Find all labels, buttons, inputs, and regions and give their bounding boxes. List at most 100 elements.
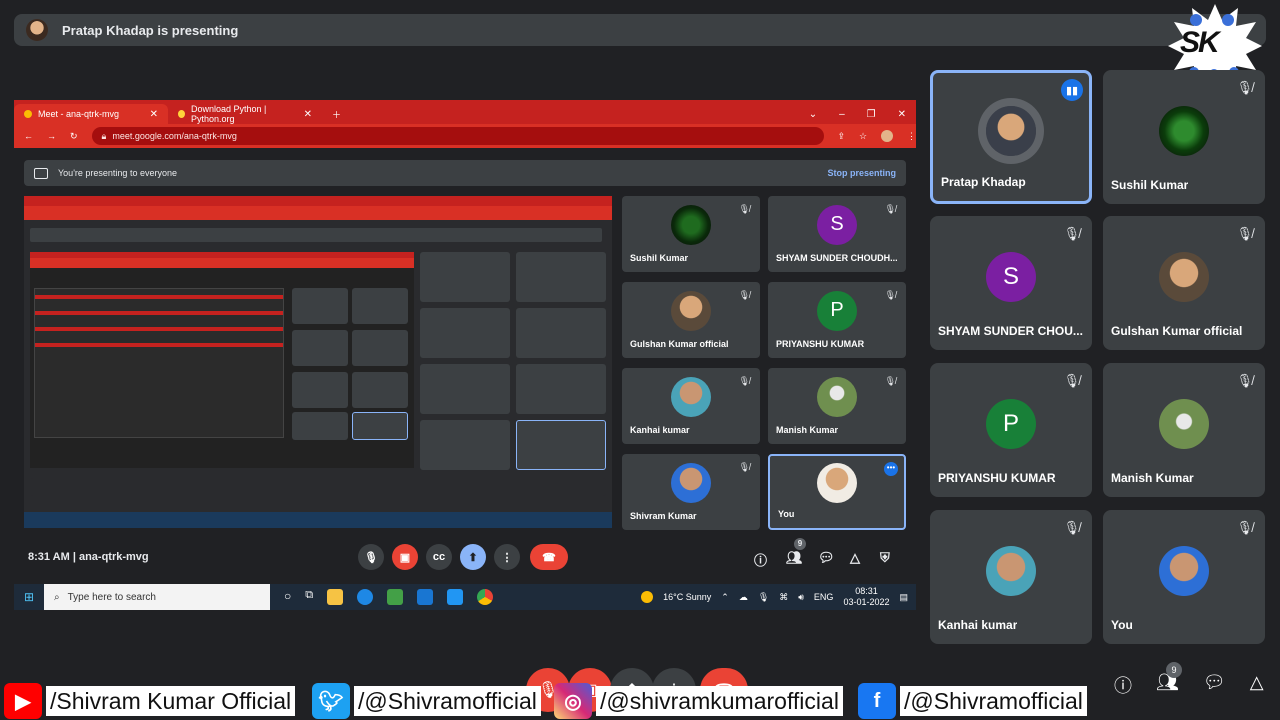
participant-avatar [671,376,711,417]
participant-tile[interactable]: 🎙︎̸ Gulshan Kumar official [1103,216,1265,350]
close-tab-icon[interactable]: ✕ [150,109,158,120]
store-icon[interactable] [387,589,404,605]
address-bar[interactable]: 🔒︎ meet.google.com/ana-qtrk-mvg [91,127,824,145]
shared-tile[interactable]: S 🎙︎̸ SHYAM SUNDER CHOUDH... [768,196,906,272]
taskbar-clock[interactable]: 08:31 03-01-2022 [843,586,889,608]
mic-off-icon: 🎙︎̸ [1063,520,1080,535]
mic-off-icon: 🎙︎̸ [884,290,896,300]
speaking-indicator-icon: ▮▮ [1061,79,1083,101]
tab-label: Meet - ana-qtrk-mvg [38,109,120,119]
forward-icon[interactable]: → [47,131,56,141]
participant-name: Kanhai kumar [630,425,690,435]
participant-avatar [986,106,1036,156]
profile-avatar[interactable] [881,130,893,142]
captions-icon[interactable]: cc [426,544,452,570]
shared-tile[interactable]: 🎙︎̸ Gulshan Kumar official [622,282,760,358]
restore-icon[interactable]: ❐ [867,109,876,120]
reload-icon[interactable]: ↻ [70,131,78,142]
close-tab-icon[interactable]: ✕ [304,109,312,120]
facebook-handle: f /@Shivramofficial [858,682,1087,720]
cortana-icon[interactable]: ○ [284,589,291,605]
chrome-icon[interactable] [477,589,494,605]
taskbar-search[interactable]: ⌕ Type here to search [44,584,270,610]
mic-icon[interactable]: 🎙︎ [358,544,384,570]
shared-tile[interactable]: 🎙︎̸ Kanhai kumar [622,368,760,444]
participant-name: Kanhai kumar [938,618,1018,632]
twitter-handle: 🐦︎ /@Shivramofficial [312,682,541,720]
tab-meet[interactable]: Meet - ana-qtrk-mvg ✕ [14,104,168,124]
mic-off-icon: 🎙︎̸ [1236,226,1253,241]
notification-icon[interactable]: ▤ [899,592,908,603]
participant-avatar: S [817,204,857,245]
participant-tile[interactable]: 🎙︎̸ Kanhai kumar [930,510,1092,644]
info-icon[interactable]: ⓘ [754,550,767,569]
participant-tile[interactable]: 🎙︎̸ Sushil Kumar [1103,70,1265,204]
back-icon[interactable]: ← [24,131,33,141]
shared-tile-self[interactable]: ••• You [768,454,906,530]
chevron-down-icon[interactable]: ⌄ [809,109,817,120]
star-icon[interactable]: ☆ [859,131,867,142]
participant-tile[interactable]: P 🎙︎̸ PRIYANSHU KUMAR [930,363,1092,497]
participant-tile-self[interactable]: 🎙︎̸ You [1103,510,1265,644]
participant-name: You [1111,618,1133,632]
edge-icon[interactable] [357,589,374,605]
camera-off-icon[interactable]: ▣ [392,544,418,570]
network-icon[interactable]: ⌘ [779,592,788,603]
more-options-icon[interactable]: ⋮ [494,544,520,570]
language-indicator[interactable]: ENG [814,592,834,602]
participant-avatar [1159,106,1209,156]
shared-tile[interactable]: 🎙︎̸ Sushil Kumar [622,196,760,272]
youtube-handle: ▶ /Shivram Kumar Official [4,682,296,720]
leave-call-icon[interactable]: ☎ [530,544,568,570]
task-view-icon[interactable]: ⧉ [305,589,313,605]
menu-icon[interactable]: ⋮ [907,131,916,142]
windows-start-icon[interactable]: ⊞ [14,590,44,604]
shared-tile[interactable]: 🎙︎̸ Shivram Kumar [622,454,760,530]
tab-python[interactable]: Download Python | Python.org ✕ [168,104,322,124]
shared-tile[interactable]: 🎙︎̸ Manish Kumar [768,368,906,444]
participant-avatar [817,376,857,417]
browser-tab-strip: Meet - ana-qtrk-mvg ✕ Download Python | … [14,100,916,124]
participant-name: Sushil Kumar [1111,178,1189,192]
participant-avatar [817,463,857,504]
share-icon[interactable]: ⇪ [838,131,846,142]
instagram-handle-text: /@shivramkumarofficial [596,686,843,716]
new-tab-icon[interactable]: ＋ [322,104,351,124]
more-options-icon[interactable]: ••• [884,462,898,476]
host-controls-icon[interactable]: ⛨ [880,550,890,566]
chat-icon[interactable]: 💬︎ [1203,672,1226,698]
presenting-note-text: You're presenting to everyone [58,168,177,178]
mic-off-icon: 🎙︎̸ [738,290,750,300]
vscode-icon[interactable] [447,589,464,605]
chat-icon[interactable]: 💬︎ [818,550,835,566]
presenting-banner: Pratap Khadap is presenting [14,14,1266,46]
instagram-handle: ◎ /@shivramkumarofficial [554,682,843,720]
presenter-avatar [26,19,48,41]
time-meeting-code: 8:31 AM | ana-qtrk-mvg [28,551,149,563]
participant-tile-presenter[interactable]: ▮▮ Pratap Khadap [930,70,1092,204]
people-icon[interactable]: 👥︎ [786,550,803,566]
minimize-icon[interactable]: – [839,109,845,120]
mic-off-icon: 🎙︎̸ [1236,80,1253,95]
shared-meet-bar: 8:31 AM | ana-qtrk-mvg 🎙︎ ▣ cc ⬆ ⋮ ☎ ⓘ 👥… [14,538,916,574]
participant-tile[interactable]: 🎙︎̸ Manish Kumar [1103,363,1265,497]
shared-tile[interactable]: P 🎙︎̸ PRIYANSHU KUMAR [768,282,906,358]
stop-presenting-button[interactable]: Stop presenting [827,168,896,178]
file-explorer-icon[interactable] [327,589,344,605]
participant-name: SHYAM SUNDER CHOU... [938,324,1083,338]
mic-off-icon: 🎙︎̸ [884,376,896,386]
lock-icon: 🔒︎ [101,130,107,141]
chevron-up-icon[interactable]: ⌃ [721,592,729,603]
present-icon[interactable]: ⬆ [460,544,486,570]
volume-icon[interactable]: 🔊︎ [798,592,804,603]
activities-icon[interactable]: △ [1250,672,1264,698]
participant-name: Manish Kumar [1111,471,1194,485]
activities-icon[interactable]: △ [850,550,860,566]
participant-tile[interactable]: S 🎙︎̸ SHYAM SUNDER CHOU... [930,216,1092,350]
weather-icon [641,591,654,603]
browser-toolbar: ← → ↻ 🔒︎ meet.google.com/ana-qtrk-mvg ⇪ … [14,124,916,148]
close-icon[interactable]: ✕ [898,109,906,120]
twitter-icon: 🐦︎ [312,683,350,719]
info-icon[interactable]: ⓘ [1114,672,1132,698]
mail-icon[interactable] [417,589,434,605]
